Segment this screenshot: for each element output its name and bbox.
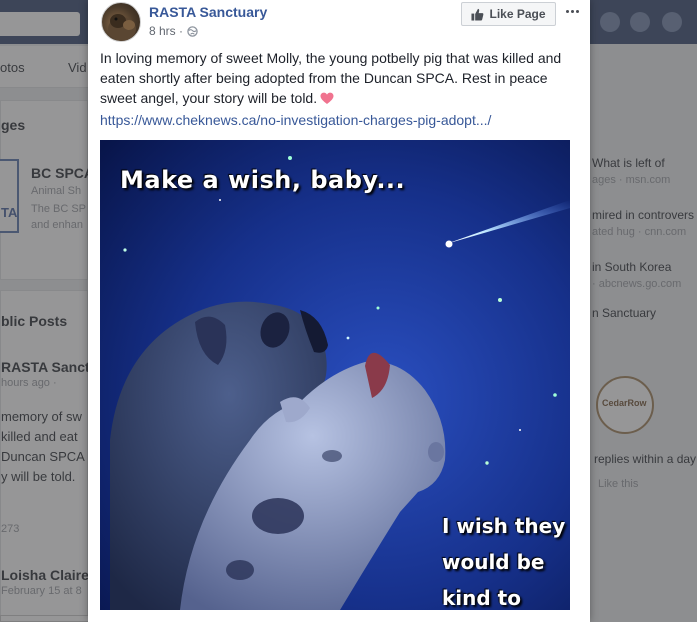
news-title[interactable]: What is left of (592, 156, 665, 170)
sanctuary-label[interactable]: n Sanctuary (592, 306, 656, 320)
notifications-icon[interactable] (600, 12, 620, 32)
right-column: What is left of ages · msn.com mired in … (590, 44, 697, 622)
tab-videos[interactable]: Vid (68, 60, 87, 75)
pages-heading: ges (1, 117, 26, 133)
post-meta: 8 hrs · (149, 24, 198, 38)
comment-time: February 15 at 8 (1, 585, 82, 597)
public-post-line: Duncan SPCA (1, 449, 85, 464)
cedar-row-logo[interactable]: CedarRow (596, 376, 654, 434)
profile-tabs: otos Vid (0, 46, 88, 88)
thumbs-up-icon (471, 8, 484, 21)
suggested-page-category: Animal Sh (31, 185, 82, 197)
search-bar[interactable] (0, 12, 80, 36)
article-link[interactable]: https://www.cheknews.ca/no-investigation… (100, 112, 491, 128)
news-title[interactable]: in South Korea (592, 260, 671, 274)
public-posts-card: blic Posts RASTA Sanct hours ago · memor… (0, 290, 90, 622)
like-page-button[interactable]: Like Page (461, 2, 556, 26)
reply-note: replies within a day (594, 452, 697, 466)
public-post-author[interactable]: RASTA Sanct (1, 359, 90, 375)
like-note: Like this (598, 478, 639, 490)
news-title[interactable]: mired in controvers (592, 208, 694, 222)
page-avatar[interactable] (101, 2, 141, 42)
post-card: RASTA Sanctuary 8 hrs · Like Page In lov… (88, 0, 590, 622)
like-page-label: Like Page (489, 7, 546, 21)
page-name-link[interactable]: RASTA Sanctuary (149, 4, 267, 20)
reaction-count[interactable]: 273 (1, 523, 19, 535)
suggested-page-desc-1: The BC SP (31, 203, 87, 215)
suggested-page-desc-2: and enhan (31, 219, 83, 231)
image-caption-top: Make a wish, baby... (120, 166, 406, 194)
heart-icon (320, 90, 334, 110)
tab-photos[interactable]: otos (0, 60, 25, 75)
pages-card: ges TA BC SPCA Animal Sh The BC SP and e… (0, 100, 94, 280)
more-icon[interactable] (562, 4, 582, 18)
public-post-line: y will be told. (1, 469, 76, 484)
public-post-time: hours ago · (1, 377, 57, 389)
news-source: ated hug · cnn.com (592, 226, 687, 238)
public-post-line: memory of sw (1, 409, 82, 424)
post-timestamp[interactable]: 8 hrs · (149, 24, 183, 38)
bc-spca-logo[interactable]: TA (0, 159, 19, 233)
friend-requests-icon[interactable] (662, 12, 682, 32)
public-posts-heading: blic Posts (1, 313, 68, 329)
public-post-line: killed and eat (1, 429, 78, 444)
news-source: · abcnews.go.com (592, 278, 682, 290)
image-caption-bottom: I wish they would be kind to us... (442, 514, 566, 610)
globe-icon[interactable] (187, 25, 198, 37)
post-body: In loving memory of sweet Molly, the you… (100, 48, 580, 110)
post-image[interactable]: Make a wish, baby... I wish they would b… (100, 140, 570, 610)
commenter-name[interactable]: Loisha Claire (1, 567, 89, 583)
news-source: ages · msn.com (592, 174, 671, 186)
messages-icon[interactable] (630, 12, 650, 32)
suggested-page-name[interactable]: BC SPCA (31, 165, 94, 181)
